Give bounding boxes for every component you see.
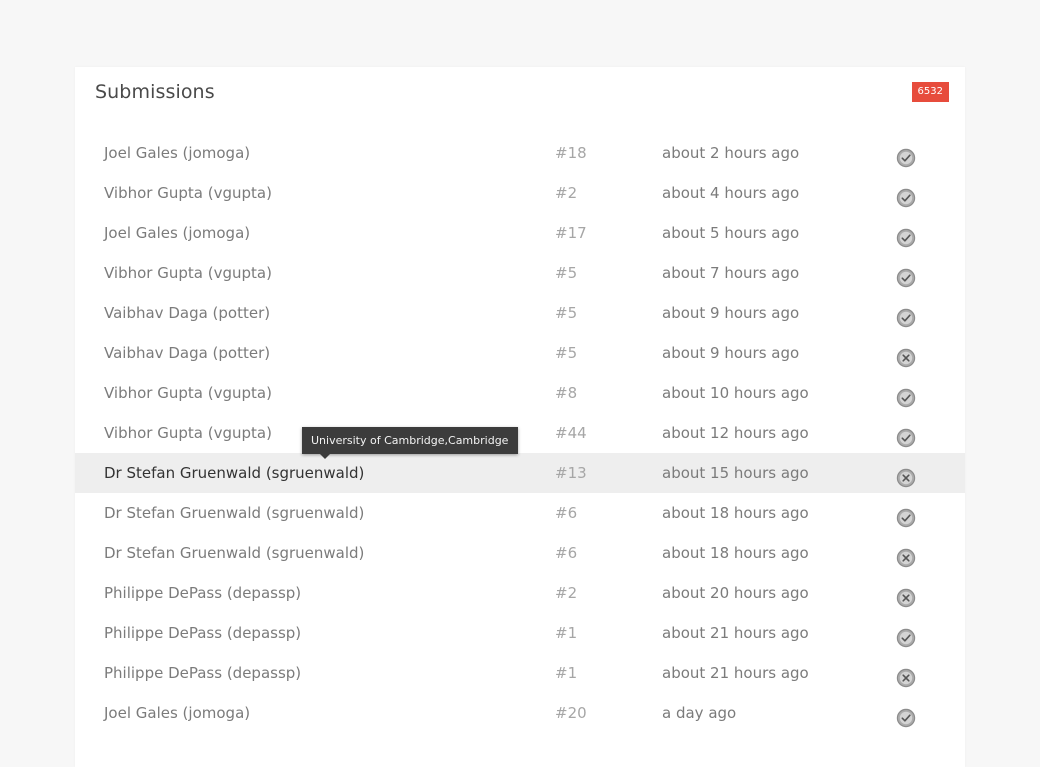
panel-title: Submissions — [95, 81, 215, 103]
check-circle-icon — [896, 303, 916, 328]
submission-user-link[interactable]: Vibhor Gupta (vgupta) — [104, 373, 272, 413]
submission-row[interactable]: Philippe DePass (depassp) #1 about 21 hour… — [75, 653, 965, 693]
submission-time: about 15 hours ago — [662, 464, 809, 482]
submission-problem-link[interactable]: #5 — [555, 333, 577, 373]
submission-problem-link[interactable]: #2 — [555, 573, 577, 613]
x-circle-icon — [896, 463, 916, 488]
submission-time: about 18 hours ago — [662, 544, 809, 562]
submission-user-link[interactable]: Vaibhav Daga (potter) — [104, 293, 270, 333]
submission-row[interactable]: Dr Stefan Gruenwald (sgruenwald) #6 about … — [75, 533, 965, 573]
submission-time: about 9 hours ago — [662, 304, 800, 322]
submission-time: about 21 hours ago — [662, 664, 809, 682]
submission-row[interactable]: Philippe DePass (depassp) #2 about 20 hour… — [75, 573, 965, 613]
submission-count-badge: 6532 — [911, 82, 949, 102]
submission-problem-link[interactable]: #5 — [555, 293, 577, 333]
submission-problem-link[interactable]: #1 — [555, 653, 577, 693]
submission-problem-link[interactable]: #13 — [555, 453, 587, 493]
submission-user-link[interactable]: Joel Gales (jomoga) — [104, 693, 250, 733]
submission-time: about 7 hours ago — [662, 264, 800, 282]
submission-time: about 5 hours ago — [662, 224, 800, 242]
submission-user-link[interactable]: Philippe DePass (depassp) — [104, 573, 301, 613]
submission-problem-link[interactable]: #20 — [555, 693, 587, 733]
submission-row[interactable]: Vibhor Gupta (vgupta) #5 about 7 hours ago — [75, 253, 965, 293]
x-circle-icon — [896, 583, 916, 608]
submission-time: about 4 hours ago — [662, 184, 800, 202]
submission-user-link[interactable]: Vibhor Gupta (vgupta) — [104, 413, 272, 453]
submission-list: Joel Gales (jomoga) #18 about 2 hours ago V… — [75, 133, 965, 733]
submission-row[interactable]: Vibhor Gupta (vgupta) #44 about 12 hours a… — [75, 413, 965, 453]
submission-user-link[interactable]: Dr Stefan Gruenwald (sgruenwald) — [104, 453, 364, 493]
submission-problem-link[interactable]: #8 — [555, 373, 577, 413]
x-circle-icon — [896, 663, 916, 688]
check-circle-icon — [896, 383, 916, 408]
submission-user-link[interactable]: Dr Stefan Gruenwald (sgruenwald) — [104, 533, 364, 573]
x-circle-icon — [896, 543, 916, 568]
submission-time: about 9 hours ago — [662, 344, 800, 362]
x-circle-icon — [896, 343, 916, 368]
submission-problem-link[interactable]: #6 — [555, 533, 577, 573]
submission-row[interactable]: Vaibhav Daga (potter) #5 about 9 hours ago — [75, 333, 965, 373]
submission-row[interactable]: Vaibhav Daga (potter) #5 about 9 hours ago — [75, 293, 965, 333]
submission-row[interactable]: Vibhor Gupta (vgupta) #2 about 4 hours ago — [75, 173, 965, 213]
submission-row[interactable]: Dr Stefan Gruenwald (sgruenwald) #13 about… — [75, 453, 965, 493]
submission-problem-link[interactable]: #17 — [555, 213, 587, 253]
submission-problem-link[interactable]: #44 — [555, 413, 587, 453]
user-affiliation-tooltip: University of Cambridge,Cambridge — [302, 427, 519, 459]
submission-row[interactable]: Dr Stefan Gruenwald (sgruenwald) #6 about … — [75, 493, 965, 533]
submission-user-link[interactable]: Vibhor Gupta (vgupta) — [104, 253, 272, 293]
submission-time: about 2 hours ago — [662, 144, 800, 162]
submission-user-link[interactable]: Vaibhav Daga (potter) — [104, 333, 270, 373]
submission-time: about 10 hours ago — [662, 384, 809, 402]
check-circle-icon — [896, 503, 916, 528]
check-circle-icon — [896, 703, 916, 728]
submission-row[interactable]: Vibhor Gupta (vgupta) #8 about 10 hours ag… — [75, 373, 965, 413]
check-circle-icon — [896, 623, 916, 648]
submissions-panel: Submissions 6532 Joel Gales (jomoga) #18 a… — [75, 67, 965, 767]
submission-time: about 18 hours ago — [662, 504, 809, 522]
submission-problem-link[interactable]: #1 — [555, 613, 577, 653]
submission-problem-link[interactable]: #2 — [555, 173, 577, 213]
submission-user-link[interactable]: Philippe DePass (depassp) — [104, 653, 301, 693]
check-circle-icon — [896, 223, 916, 248]
check-circle-icon — [896, 423, 916, 448]
submission-row[interactable]: Joel Gales (jomoga) #17 about 5 hours ago — [75, 213, 965, 253]
submission-time: a day ago — [662, 704, 737, 722]
submission-user-link[interactable]: Joel Gales (jomoga) — [104, 133, 250, 173]
submission-user-link[interactable]: Joel Gales (jomoga) — [104, 213, 250, 253]
submission-problem-link[interactable]: #6 — [555, 493, 577, 533]
submission-time: about 21 hours ago — [662, 624, 809, 642]
check-circle-icon — [896, 263, 916, 288]
submission-user-link[interactable]: Philippe DePass (depassp) — [104, 613, 301, 653]
submission-problem-link[interactable]: #18 — [555, 133, 587, 173]
check-circle-icon — [896, 143, 916, 168]
submission-row[interactable]: Joel Gales (jomoga) #18 about 2 hours ago — [75, 133, 965, 173]
submission-user-link[interactable]: Vibhor Gupta (vgupta) — [104, 173, 272, 213]
submission-row[interactable]: Joel Gales (jomoga) #20 a day ago — [75, 693, 965, 733]
submission-problem-link[interactable]: #5 — [555, 253, 577, 293]
submission-user-link[interactable]: Dr Stefan Gruenwald (sgruenwald) — [104, 493, 364, 533]
check-circle-icon — [896, 183, 916, 208]
submission-time: about 12 hours ago — [662, 424, 809, 442]
submission-time: about 20 hours ago — [662, 584, 809, 602]
submission-row[interactable]: Philippe DePass (depassp) #1 about 21 hour… — [75, 613, 965, 653]
